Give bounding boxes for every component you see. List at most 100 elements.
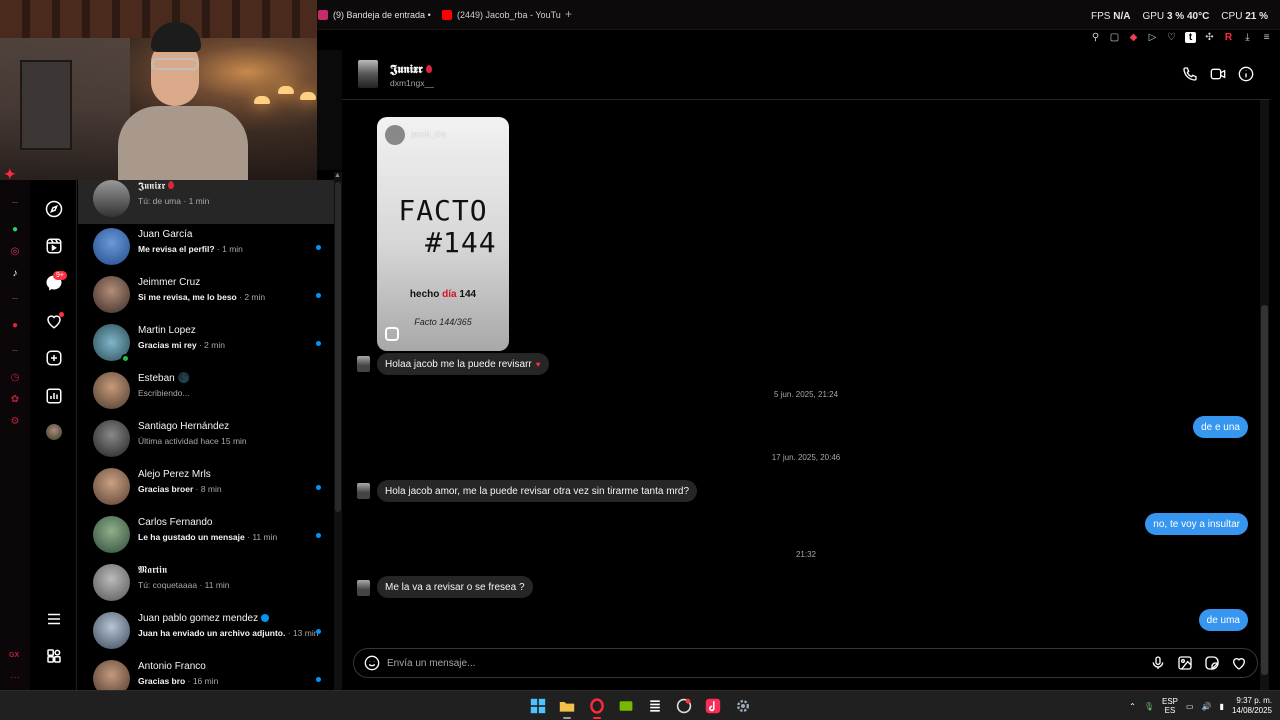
instagram-icon[interactable]: ◎ [8,244,22,258]
blood-drop-icon [168,181,175,189]
reel-author-avatar [385,125,405,145]
profile-r-icon[interactable]: R [1223,32,1234,43]
blood-drop-icon [425,65,432,73]
emoji-icon[interactable] [364,655,380,671]
app-s-icon[interactable] [645,696,665,716]
conversation-name: 𝕵𝖚𝖓𝖎𝖝𝖗 [138,181,175,192]
conversation-item[interactable]: Santiago Hernández Última actividad hace… [78,416,334,464]
volume-icon[interactable]: 🔊 [1202,702,1212,711]
conversation-item[interactable]: Martin Lopez Gracias mi rey · 2 min [78,320,334,368]
windows-start-icon[interactable] [528,696,548,716]
gx-label-icon: GX [9,652,20,659]
more-icon[interactable]: ··· [10,672,20,683]
conversation-item[interactable]: Alejo Perez Mrls Gracias broer · 8 min [78,464,334,512]
nvidia-icon[interactable] [616,696,636,716]
scroll-thumb[interactable] [335,182,341,512]
conversation-item[interactable]: Juan pablo gomez mendez Juan ha enviado … [78,608,334,656]
battery-icon[interactable]: ▮ [1220,702,1224,711]
info-icon[interactable] [1238,66,1254,82]
tab-inbox[interactable]: (9) Bandeja de entrada • [318,6,431,24]
shared-reel-card[interactable]: jacob_rba FACTO #144 hecho día 144 Facto… [377,117,509,351]
message-outgoing[interactable]: no, te voy a insultar [1145,513,1248,535]
avatar [93,612,130,649]
opera-gx-taskbar-icon[interactable] [587,696,607,719]
more-menu-icon[interactable] [43,608,65,630]
whatsapp-icon[interactable]: ● [8,222,22,236]
gpu-label: GPU [1142,11,1165,22]
tiktok-icon[interactable]: ♪ [8,266,22,280]
opera-gx-logo[interactable]: ✦ [4,166,26,182]
phone-call-icon[interactable] [1182,66,1198,82]
contact-avatar[interactable] [358,60,378,88]
avatar [93,516,130,553]
video-call-icon[interactable] [1210,66,1226,82]
conversation-name: Jeimmer Cruz [138,277,201,288]
conversation-preview: Escribiendo... [138,388,190,398]
settings-gear-icon[interactable]: ⚙ [8,414,22,428]
scroll-thumb[interactable] [1261,305,1268,675]
conversation-item[interactable]: Esteban 🌑 Escribiendo... [78,368,334,416]
chat-pane: 𝕵𝖚𝖓𝖎𝖝𝖗 dxm1ngx__ jacob_rba FACTO #144 he… [342,50,1270,690]
conversation-list: 𝕵𝖚𝖓𝖎𝖝𝖗 Tú: de uma · 1 min Juan García Me… [78,180,334,690]
explore-icon[interactable] [43,198,65,220]
microphone-icon[interactable] [1150,655,1166,671]
screenshot-icon[interactable]: ▢ [1109,32,1120,43]
pin-icon[interactable]: ⚲ [1090,32,1101,43]
unread-dot [316,677,321,682]
avatar [93,372,130,409]
sticker-icon[interactable] [1204,655,1220,671]
conversation-preview: Última actividad hace 15 min [138,436,247,446]
menu-icon[interactable]: ≡ [1261,32,1272,43]
language-indicator[interactable]: ESP ES [1162,697,1178,715]
message-input[interactable] [387,654,1087,672]
conversation-item[interactable]: 𝕵𝖚𝖓𝖎𝖝𝖗 Tú: de uma · 1 min [78,180,334,224]
new-tab-button[interactable]: + [565,7,572,21]
contact-name[interactable]: 𝕵𝖚𝖓𝖎𝖝𝖗 [390,62,432,77]
file-explorer-icon[interactable] [557,696,577,719]
profile-avatar[interactable] [46,424,62,440]
history-icon[interactable]: ◷ [8,370,22,384]
clock[interactable]: 9:37 p. m. 14/08/2025 [1232,696,1272,716]
heart-ext-icon[interactable]: ♡ [1166,32,1177,43]
t-extension-icon[interactable]: t [1185,31,1196,43]
message-incoming[interactable]: Hola jacob amor, me la puede revisar otr… [377,480,698,502]
tray-chevron-icon[interactable]: ⌃ [1129,702,1136,711]
message-outgoing[interactable]: de e una [1193,416,1248,438]
conversation-item[interactable]: Juan García Me revisa el perfil? · 1 min [78,224,334,272]
like-heart-icon[interactable] [1231,655,1247,671]
conversation-name: Juan García [138,229,193,240]
conversation-item[interactable]: Jeimmer Cruz Si me revisa, me lo beso · … [78,272,334,320]
image-icon[interactable] [1177,655,1193,671]
message-outgoing[interactable]: de uma [1198,609,1248,631]
extensions-icon[interactable]: ✿ [8,392,22,406]
settings-taskbar-icon[interactable] [733,696,753,716]
dashboard-icon[interactable] [43,385,65,407]
tab-youtube[interactable]: (2449) Jacob_rba - YouTu [442,6,561,24]
fps-value: N/A [1113,11,1131,22]
chat-scrollbar[interactable] [1260,100,1269,690]
pocket-icon[interactable]: ◆ [1128,32,1139,43]
player-icon[interactable]: ▷ [1147,32,1158,43]
conversation-item[interactable]: Carlos Fernando Le ha gustado un mensaje… [78,512,334,560]
timestamp: 5 jun. 2025, 21:24 [773,390,839,399]
puzzle-icon[interactable]: ✣ [1204,32,1215,43]
conversation-list-scrollbar[interactable]: ▲ [334,172,342,690]
network-icon[interactable]: ▭ [1186,702,1194,711]
conversation-name: Santiago Hernández [138,421,230,432]
message-incoming[interactable]: Holaa jacob me la puede revisarr ♥ [377,353,549,375]
conversation-item[interactable]: 𝕸𝖆𝖗𝖙𝖎𝖓 Tú: coquetaaaa · 11 min [78,560,334,608]
obs-icon[interactable] [674,696,694,716]
conversation-preview: Le ha gustado un mensaje · 11 min [138,532,278,542]
create-icon[interactable] [43,347,65,369]
conversation-item[interactable]: Antonio Franco Gracias bro · 16 min [78,656,334,690]
message-incoming[interactable]: Me la va a revisar o se fresea ? [377,576,533,598]
conversation-name: Carlos Fernando [138,517,213,528]
music-icon[interactable]: ● [8,318,22,332]
contact-username: dxm1ngx__ [390,78,434,88]
avatar [93,468,130,505]
tray-mic-icon[interactable]: 🎙 [1144,702,1154,711]
tiktok-taskbar-icon[interactable] [703,696,723,716]
download-icon[interactable]: ⤓ [1242,32,1253,43]
threads-icon[interactable] [43,645,65,667]
reels-icon[interactable] [43,235,65,257]
